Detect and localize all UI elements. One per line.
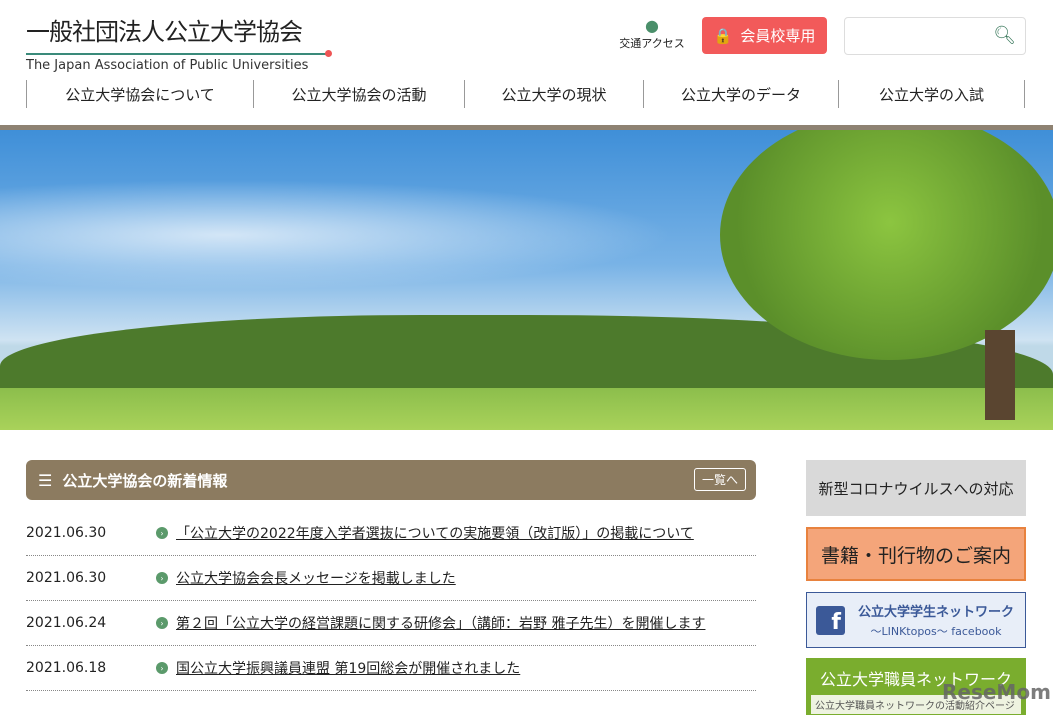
student-network-banner[interactable]: f 公立大学学生ネットワーク ～LINKtopos～ facebook — [806, 592, 1026, 648]
news-link[interactable]: 第２回「公立大学の経営課題に関する研修会」（講師：岩野 雅子先生）を開催します — [176, 613, 705, 633]
logo-title: 一般社団法人公立大学協会 — [26, 12, 326, 47]
news-link[interactable]: 国公立大学振興議員連盟 第19回総会が開催されました — [176, 658, 520, 678]
map-pin-icon: ● — [614, 16, 690, 35]
news-title: 公立大学協会の新着情報 — [62, 470, 227, 491]
news-item: 2021.06.24› 第２回「公立大学の経営課題に関する研修会」（講師：岩野 雅… — [26, 601, 756, 646]
news-item: 2021.06.30› 「公立大学の2022年度入学者選抜についての実施要領（改訂… — [26, 511, 756, 556]
covid-banner[interactable]: 新型コロナウイルスへの対応 — [806, 460, 1026, 516]
list-icon: ☰ — [38, 471, 52, 490]
news-date: 2021.06.18 — [26, 660, 156, 676]
news-link[interactable]: 公立大学協会会長メッセージを掲載しました — [176, 568, 456, 588]
arrow-icon: › — [156, 527, 168, 539]
site-logo[interactable]: 一般社団法人公立大学協会 The Japan Association of Pu… — [26, 12, 326, 73]
hero-image — [0, 130, 1053, 430]
nav-activities[interactable]: 公立大学協会の活動 — [254, 80, 465, 108]
news-date: 2021.06.30 — [26, 525, 156, 541]
news-link[interactable]: 「公立大学の2022年度入学者選抜についての実施要領（改訂版）」の掲載について — [176, 523, 694, 543]
news-header: ☰ 公立大学協会の新着情報 一覧へ — [26, 460, 756, 500]
logo-subtitle: The Japan Association of Public Universi… — [26, 58, 326, 73]
watermark: ReseMom — [942, 680, 1051, 704]
news-item: 2021.06.30› 公立大学協会会長メッセージを掲載しました — [26, 556, 756, 601]
access-label: 交通アクセス — [619, 37, 684, 50]
lock-icon: 🔒 — [714, 27, 733, 45]
student-network-title: 公立大学学生ネットワーク — [858, 601, 1014, 620]
logo-underline — [26, 53, 326, 55]
search-input[interactable]: 🔍︎ — [844, 17, 1026, 55]
arrow-icon: › — [156, 662, 168, 674]
news-more-button[interactable]: 一覧へ — [694, 468, 746, 491]
members-only-button[interactable]: 🔒 会員校専用 — [702, 17, 827, 54]
news-date: 2021.06.24 — [26, 615, 156, 631]
nav-admissions[interactable]: 公立大学の入試 — [839, 80, 1025, 108]
publications-banner[interactable]: 書籍・刊行物のご案内 — [806, 527, 1026, 581]
arrow-icon: › — [156, 617, 168, 629]
main-nav: 公立大学協会について 公立大学協会の活動 公立大学の現状 公立大学のデータ 公立… — [26, 80, 1025, 108]
facebook-icon: f — [816, 606, 845, 635]
student-network-subtitle: ～LINKtopos～ facebook — [870, 623, 1001, 639]
arrow-icon: › — [156, 572, 168, 584]
nav-data[interactable]: 公立大学のデータ — [644, 80, 839, 108]
nav-status[interactable]: 公立大学の現状 — [465, 80, 644, 108]
access-link[interactable]: ● 交通アクセス — [614, 16, 690, 51]
news-item: 2021.06.18› 国公立大学振興議員連盟 第19回総会が開催されました — [26, 646, 756, 691]
nav-about[interactable]: 公立大学協会について — [27, 80, 254, 108]
members-label: 会員校専用 — [740, 25, 815, 46]
search-icon[interactable]: 🔍︎ — [993, 25, 1016, 46]
news-date: 2021.06.30 — [26, 570, 156, 586]
